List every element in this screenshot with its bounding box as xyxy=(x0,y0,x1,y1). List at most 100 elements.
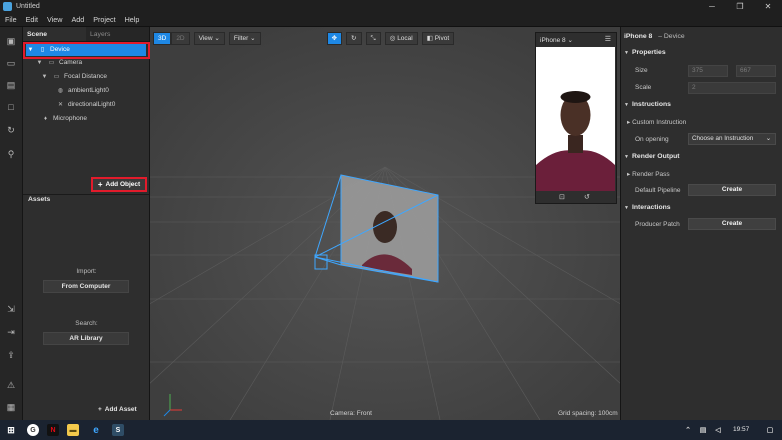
size-width-input[interactable]: 375 xyxy=(688,65,728,77)
windows-start-icon[interactable]: ⊞ xyxy=(5,424,17,436)
pivot-label: Pivot xyxy=(434,35,450,42)
render-pass-label: Render Pass xyxy=(632,171,670,178)
chevron-down-icon: ⌄ xyxy=(765,135,771,142)
video-icon[interactable]: ▭ xyxy=(5,57,17,69)
render-pass-row[interactable]: ▸ Render Pass xyxy=(627,170,670,178)
section-properties[interactable]: ▼ Properties xyxy=(624,46,778,59)
mode-2d-button[interactable]: 2D xyxy=(171,32,190,45)
scale-tool-icon[interactable]: ⤡ xyxy=(365,32,381,45)
snapshot-icon[interactable]: ⊡ xyxy=(559,193,565,201)
move-tool-icon[interactable]: ✥ xyxy=(326,32,343,45)
inspector-subtitle: – Device xyxy=(658,33,685,40)
close-icon[interactable]: ✕ xyxy=(754,0,782,13)
system-tray-chevron-icon[interactable]: ⌃ xyxy=(682,424,694,436)
chrome-icon[interactable]: G xyxy=(27,424,39,436)
tree-item-label: directionalLight0 xyxy=(68,101,116,108)
tree-item-label: ambientLight0 xyxy=(68,87,109,94)
file-explorer-icon[interactable]: ▬ xyxy=(67,424,79,436)
inspector-title-text: iPhone 8 xyxy=(624,33,653,40)
menu-add[interactable]: Add xyxy=(71,15,84,24)
tree-item-directional-light[interactable]: ✕ directionalLight0 xyxy=(56,99,115,111)
from-computer-button[interactable]: From Computer xyxy=(43,280,129,293)
custom-instruction-row[interactable]: ▸ Custom Instruction xyxy=(627,118,686,126)
spark-ar-taskbar-icon[interactable]: S xyxy=(112,424,124,436)
size-height-input[interactable]: 667 xyxy=(736,65,776,77)
import-icon[interactable]: ⇲ xyxy=(5,303,17,315)
section-render-output[interactable]: ▼ Render Output xyxy=(624,150,778,163)
create-pipeline-button[interactable]: Create xyxy=(688,184,776,196)
local-toggle[interactable]: ◎ Local xyxy=(384,32,418,45)
export-icon[interactable]: ⇥ xyxy=(5,326,17,338)
tab-layers[interactable]: Layers xyxy=(86,27,149,41)
create-patch-button[interactable]: Create xyxy=(688,218,776,230)
rotate-tool-icon[interactable]: ↻ xyxy=(346,32,362,45)
on-opening-label: On opening xyxy=(635,136,669,143)
restart-icon[interactable]: ↺ xyxy=(584,193,590,201)
upload-icon[interactable]: ⇪ xyxy=(5,349,17,361)
grid-spacing-label: Grid spacing: 100cm xyxy=(558,410,618,417)
section-label: Instructions xyxy=(632,101,671,108)
title-bar: Untitled ─ ❐ ✕ xyxy=(0,0,782,13)
network-icon[interactable]: ▤ xyxy=(697,424,709,436)
netflix-icon[interactable]: N xyxy=(47,424,59,436)
section-instructions[interactable]: ▼ Instructions xyxy=(624,98,778,111)
instruction-select[interactable]: Choose an Instruction ⌄ xyxy=(688,133,776,145)
camera-label: Camera: Front xyxy=(330,410,372,417)
local-label: Local xyxy=(397,35,413,42)
add-asset-label: Add Asset xyxy=(104,406,137,413)
simulator-screen xyxy=(536,47,615,191)
viewport-toolbar: 3D 2D View ⌄ Filter ⌄ ✥ ↻ ⤡ ◎ Local ◧ Pi… xyxy=(153,32,455,46)
device-select[interactable]: iPhone 8 ⌄ xyxy=(540,36,573,44)
menu-project[interactable]: Project xyxy=(93,15,115,24)
notifications-icon[interactable]: ▦ xyxy=(5,401,17,413)
tree-item-label: Microphone xyxy=(53,115,87,122)
menu-edit[interactable]: Edit xyxy=(26,15,38,24)
section-interactions[interactable]: ▼ Interactions xyxy=(624,201,778,214)
import-label: Import: xyxy=(76,268,97,275)
maximize-icon[interactable]: ❐ xyxy=(726,0,754,13)
pivot-icon: ◧ xyxy=(426,35,433,42)
add-asset-button[interactable]: + Add Asset xyxy=(98,406,137,413)
tree-item-label: Focal Distance xyxy=(64,73,107,80)
search-label: Search: xyxy=(75,320,98,327)
square-icon[interactable]: □ xyxy=(5,101,17,113)
add-object-button[interactable]: + Add Object xyxy=(91,177,147,192)
expand-caret-icon[interactable]: ▼ xyxy=(40,71,49,83)
producer-patch-label: Producer Patch xyxy=(635,221,680,228)
view-dropdown[interactable]: View ⌄ xyxy=(193,32,225,45)
device-highlight-annotation xyxy=(23,42,150,59)
refresh-icon[interactable]: ↻ xyxy=(5,124,17,136)
menu-help[interactable]: Help xyxy=(125,15,140,24)
minimize-icon[interactable]: ─ xyxy=(698,0,726,13)
menu-file[interactable]: File xyxy=(5,15,17,24)
pivot-toggle[interactable]: ◧ Pivot xyxy=(421,32,455,45)
alert-icon[interactable]: ⚠ xyxy=(5,379,17,391)
notification-center-icon[interactable]: ▢ xyxy=(764,424,776,436)
search-icon[interactable]: ⚲ xyxy=(5,148,17,160)
layout-icon[interactable]: ▣ xyxy=(5,35,17,47)
filter-dropdown-label: Filter xyxy=(233,35,249,42)
layout-grid-icon[interactable]: ▤ xyxy=(5,79,17,91)
plus-icon: + xyxy=(97,180,103,189)
tab-scene[interactable]: Scene xyxy=(23,27,86,41)
device-select-label: iPhone 8 xyxy=(540,37,566,44)
tree-item-focal-distance[interactable]: ▼ ▭ Focal Distance xyxy=(40,71,107,83)
filter-dropdown[interactable]: Filter ⌄ xyxy=(228,32,261,45)
clock[interactable]: 19:57 xyxy=(733,426,749,433)
menu-bar: File Edit View Add Project Help xyxy=(0,13,782,27)
focal-distance-icon: ▭ xyxy=(53,74,60,80)
face-preview-image xyxy=(536,47,615,191)
edge-icon[interactable]: e xyxy=(90,424,102,436)
scale-input[interactable]: 2 xyxy=(688,82,776,94)
menu-view[interactable]: View xyxy=(47,15,62,24)
ar-library-button[interactable]: AR Library xyxy=(43,332,129,345)
mode-3d-button[interactable]: 3D xyxy=(153,32,172,45)
tree-item-microphone[interactable]: ♦ Microphone xyxy=(41,113,87,125)
menu-icon[interactable]: ☰ xyxy=(605,35,611,43)
inspector-title: iPhone 8 – Device xyxy=(624,33,685,40)
tree-item-ambient-light[interactable]: ◍ ambientLight0 xyxy=(56,85,109,97)
scale-label: Scale xyxy=(635,84,652,91)
directional-light-icon: ✕ xyxy=(57,102,64,108)
microphone-icon: ♦ xyxy=(43,116,48,122)
volume-icon[interactable]: ◁ xyxy=(712,424,724,436)
